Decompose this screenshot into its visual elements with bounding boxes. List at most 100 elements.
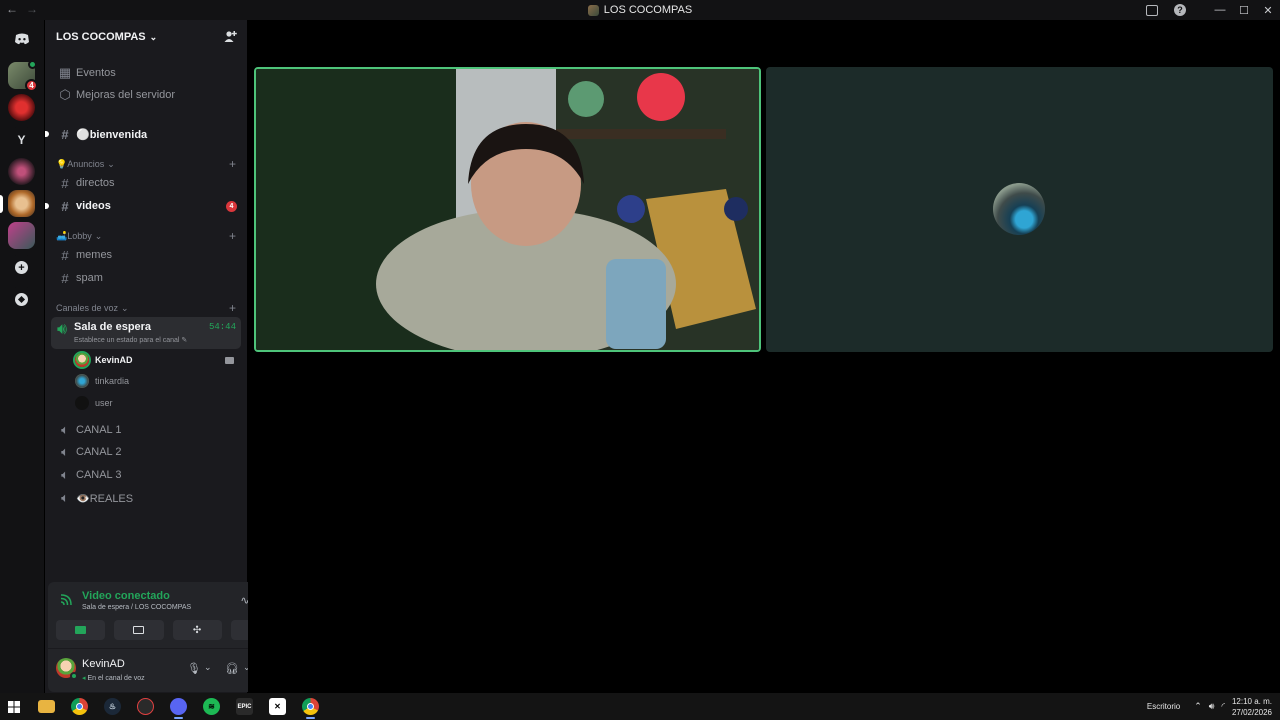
speaker-icon: 🔈︎: [61, 444, 69, 459]
server-icon-4[interactable]: [8, 158, 35, 185]
hash-icon: #: [61, 175, 69, 191]
server-icon-1[interactable]: 4: [8, 60, 38, 92]
speaker-icon: 🔈︎: [61, 422, 69, 437]
windows-start-icon[interactable]: [5, 698, 22, 715]
chevron-up-icon[interactable]: ⌃: [1194, 701, 1202, 712]
activities-button[interactable]: ✣: [172, 620, 222, 640]
events-item[interactable]: ▦ Eventos: [51, 63, 241, 83]
voice-channel-canal-3[interactable]: 🔈︎ CANAL 3: [51, 465, 241, 485]
channel-videos[interactable]: # videos 4: [45, 196, 241, 216]
video-tile-tinkardia[interactable]: [766, 67, 1273, 352]
chevron-down-icon: ⌄: [107, 158, 115, 169]
server-icon-2[interactable]: [8, 94, 35, 121]
channel-memes[interactable]: # memes: [51, 245, 241, 265]
server-rail: 4 Y +: [0, 20, 44, 693]
help-icon: ?: [1174, 4, 1186, 16]
help-button[interactable]: ?: [1166, 0, 1194, 20]
selected-server-pill: [0, 195, 3, 213]
clock[interactable]: 12:10 a. m. 27/02/2026: [1232, 696, 1272, 718]
discord-home-button[interactable]: [8, 25, 35, 52]
add-member-icon[interactable]: [224, 30, 237, 43]
category-name: 💡Anuncios: [56, 158, 105, 169]
category-anuncios[interactable]: 💡Anuncios ⌄ +: [56, 157, 236, 171]
video-camera-icon: [75, 626, 87, 634]
channel-bienvenida[interactable]: # ⚪bienvenida: [45, 124, 241, 144]
spotify-icon[interactable]: ≋: [203, 698, 220, 715]
microphone-icon[interactable]: 🎙︎: [187, 662, 201, 675]
voice-channel-canal-2[interactable]: 🔈︎ CANAL 2: [51, 442, 241, 462]
chrome-profile-icon[interactable]: [302, 698, 319, 719]
boost-label: Mejoras del servidor: [76, 89, 176, 101]
server-icon-3[interactable]: Y: [8, 126, 35, 153]
voice-timer: 54:44: [208, 322, 236, 332]
server-boost-item[interactable]: ⬡ Mejoras del servidor: [51, 85, 241, 105]
add-channel-icon[interactable]: +: [229, 157, 236, 171]
voice-user-tinkardia[interactable]: tinkardia: [75, 371, 240, 391]
inbox-button[interactable]: [1138, 0, 1166, 20]
video-tile-kevinad[interactable]: [254, 67, 761, 352]
voice-channel-sala-de-espera[interactable]: 🔊︎ Sala de espera 54:44 Establece un est…: [51, 317, 241, 349]
channel-directos[interactable]: # directos: [51, 173, 241, 193]
activities-icon: ✣: [192, 624, 202, 636]
locked-speaker-icon: 🔈︎: [61, 490, 69, 505]
user-status-text: En el canal de voz: [87, 675, 145, 682]
voice-user-name: KevinAD: [95, 355, 133, 365]
voice-connection-location[interactable]: Sala de espera / LOS COCOMPAS: [82, 604, 191, 611]
windows-logo-icon: [7, 700, 20, 713]
category-lobby[interactable]: 🛋️Lobby ⌄ +: [56, 229, 236, 243]
minimize-button[interactable]: —: [1208, 4, 1232, 16]
plus-circle-icon: +: [15, 261, 28, 274]
channel-spam[interactable]: # spam: [51, 268, 241, 288]
add-server-button[interactable]: +: [8, 254, 35, 281]
mention-badge: 4: [226, 200, 237, 212]
voice-user-user[interactable]: user: [75, 393, 240, 413]
channel-sidebar: LOS COCOMPAS ⌄ ▦ Eventos ⬡ Mejoras del s…: [45, 20, 287, 693]
discord-logo-icon: [14, 33, 29, 44]
discover-button[interactable]: [8, 286, 35, 313]
voice-channel-canal-1[interactable]: 🔈︎ CANAL 1: [51, 420, 241, 440]
volume-icon[interactable]: 🔊︎: [1209, 701, 1215, 712]
add-channel-icon[interactable]: +: [229, 229, 236, 243]
inbox-icon: [1146, 4, 1158, 16]
camera-button[interactable]: [56, 620, 106, 640]
add-channel-icon[interactable]: +: [229, 301, 236, 315]
avatar: [75, 374, 89, 388]
chevron-down-icon[interactable]: ⌄: [204, 662, 212, 673]
server-icon-selected[interactable]: [8, 190, 35, 217]
screen-share-button[interactable]: [114, 620, 164, 640]
desktop-toolbar[interactable]: Escritorio: [1147, 702, 1180, 711]
headphones-icon[interactable]: 🎧︎: [225, 662, 239, 675]
channel-status[interactable]: Establece un estado para el canal ✎: [74, 336, 187, 344]
voice-connection-status[interactable]: Video conectado: [82, 590, 170, 602]
chrome-icon[interactable]: [71, 698, 88, 715]
file-explorer-icon[interactable]: [38, 700, 55, 713]
discord-taskbar-icon[interactable]: [170, 698, 187, 719]
video-camera-icon: [225, 356, 234, 364]
voice-active-dot: [28, 60, 37, 69]
voice-actions: ✣ ♬: [56, 620, 280, 640]
steam-icon[interactable]: ♨: [104, 698, 121, 715]
app-icon-5[interactable]: [137, 698, 154, 715]
channel-name: 👁️REALES: [76, 492, 134, 505]
category-voice[interactable]: Canales de voz ⌄ +: [56, 301, 236, 315]
voice-user-kevinad[interactable]: KevinAD: [75, 350, 240, 370]
window-title-text: LOS COCOMPAS: [603, 4, 693, 16]
voice-channel-reales[interactable]: 🔈︎ 👁️REALES: [51, 488, 241, 508]
category-name: Canales de voz: [56, 303, 119, 313]
speaker-icon: 🔈︎: [61, 467, 69, 482]
server-header[interactable]: LOS COCOMPAS ⌄: [45, 20, 247, 54]
channel-name: directos: [76, 177, 115, 189]
avatar: [75, 353, 89, 367]
hash-icon: #: [61, 247, 69, 263]
user-name[interactable]: KevinAD: [82, 658, 125, 670]
server-icon-6[interactable]: [8, 222, 35, 249]
unread-pill: [45, 203, 49, 209]
wifi-icon[interactable]: ◜: [1221, 701, 1225, 712]
maximize-button[interactable]: ☐: [1232, 4, 1256, 17]
capcut-icon[interactable]: ✕: [269, 698, 286, 715]
epic-games-icon[interactable]: EPIC: [236, 698, 253, 715]
user-avatar[interactable]: [56, 658, 78, 680]
window-title: LOS COCOMPAS: [0, 4, 1280, 16]
close-button[interactable]: ✕: [1256, 4, 1280, 17]
channel-name: memes: [76, 249, 113, 261]
